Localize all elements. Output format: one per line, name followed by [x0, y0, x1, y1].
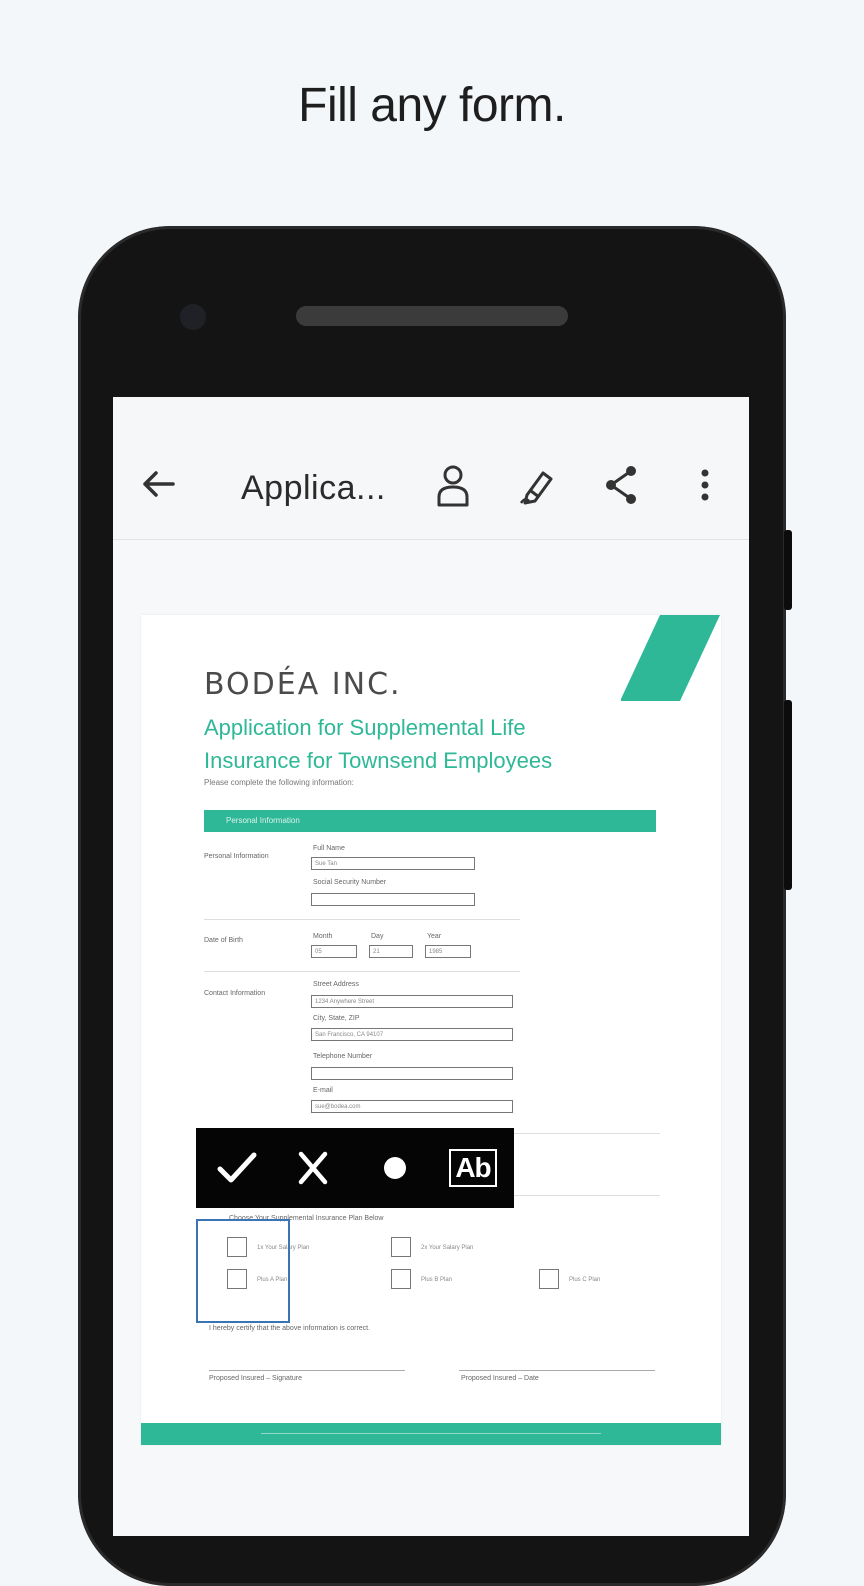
person-icon[interactable]	[433, 463, 473, 507]
certify-text: I hereby certify that the above informat…	[209, 1325, 371, 1332]
date-line	[459, 1370, 655, 1371]
city-label: City, State, ZIP	[313, 1015, 360, 1022]
divider	[204, 971, 520, 972]
share-icon[interactable]	[601, 463, 641, 507]
full-name-field[interactable]: Sue Tan	[311, 857, 475, 870]
phone-label: Telephone Number	[313, 1053, 373, 1060]
personal-info-label: Personal Information	[204, 853, 269, 860]
email-label: E-mail	[313, 1087, 333, 1094]
plan-label-4: Plus B Plan	[421, 1277, 453, 1283]
date-label: Proposed Insured – Date	[461, 1375, 539, 1382]
plan-checkbox-5[interactable]	[539, 1269, 559, 1289]
dot-icon[interactable]	[360, 1128, 430, 1208]
more-vert-icon[interactable]	[685, 463, 725, 507]
contact-info-label: Contact Information	[204, 990, 266, 997]
form-title-line2: Insurance for Townsend Employees	[204, 748, 553, 773]
divider	[204, 919, 520, 920]
day-field[interactable]: 21	[369, 945, 413, 958]
signature-line	[209, 1370, 405, 1371]
field-selection-box[interactable]	[196, 1219, 290, 1323]
year-field[interactable]: 1985	[425, 945, 471, 958]
footer-bar	[141, 1423, 721, 1445]
year-label: Year	[427, 933, 442, 940]
pen-sign-icon[interactable]	[517, 463, 557, 507]
signature-label: Proposed Insured – Signature	[209, 1375, 303, 1382]
company-logo: BODÉA INC.	[204, 667, 402, 702]
section-header: Personal Information	[204, 810, 656, 832]
phone-field[interactable]	[311, 1067, 513, 1080]
document-title: Applica...	[241, 469, 386, 507]
email-field[interactable]: sue@bodea.com	[311, 1100, 513, 1113]
city-field[interactable]: San Francisco, CA 94107	[311, 1028, 513, 1041]
text-field-icon[interactable]: Ab	[438, 1128, 508, 1208]
month-label: Month	[313, 933, 333, 940]
form-title: Application for Supplemental Life Insura…	[204, 711, 664, 777]
ssn-field[interactable]	[311, 893, 475, 906]
month-field[interactable]: 05	[311, 945, 357, 958]
headline: Fill any form.	[298, 79, 566, 132]
dob-label: Date of Birth	[204, 937, 243, 944]
full-name-label: Full Name	[313, 845, 345, 852]
plan-checkbox-4[interactable]	[391, 1269, 411, 1289]
front-camera	[180, 304, 206, 330]
day-label: Day	[371, 933, 384, 940]
app-toolbar: Applica...	[113, 397, 749, 540]
volume-button	[784, 700, 792, 890]
form-title-line1: Application for Supplemental Life	[204, 715, 526, 740]
power-button	[784, 530, 792, 610]
form-instructions: Please complete the following informatio…	[204, 778, 354, 787]
plan-checkbox-2[interactable]	[391, 1237, 411, 1257]
plan-label-2: 2x Your Salary Plan	[421, 1245, 474, 1251]
fill-sign-popup: Ab	[196, 1128, 514, 1208]
text-field-label: Ab	[449, 1149, 497, 1187]
decorative-stripe	[621, 615, 720, 701]
checkmark-icon[interactable]	[202, 1128, 272, 1208]
speaker-grille	[296, 306, 568, 326]
plan-label-5: Plus C Plan	[569, 1277, 601, 1283]
cross-icon[interactable]	[278, 1128, 348, 1208]
app-screen: Applica... BODÉA INC. Application for Su…	[113, 397, 749, 1536]
street-field[interactable]: 1234 Anywhere Street	[311, 995, 513, 1008]
ssn-label: Social Security Number	[313, 879, 387, 886]
section-header-label: Personal Information	[226, 816, 300, 825]
arrow-left-icon[interactable]	[141, 469, 181, 499]
street-label: Street Address	[313, 981, 359, 988]
